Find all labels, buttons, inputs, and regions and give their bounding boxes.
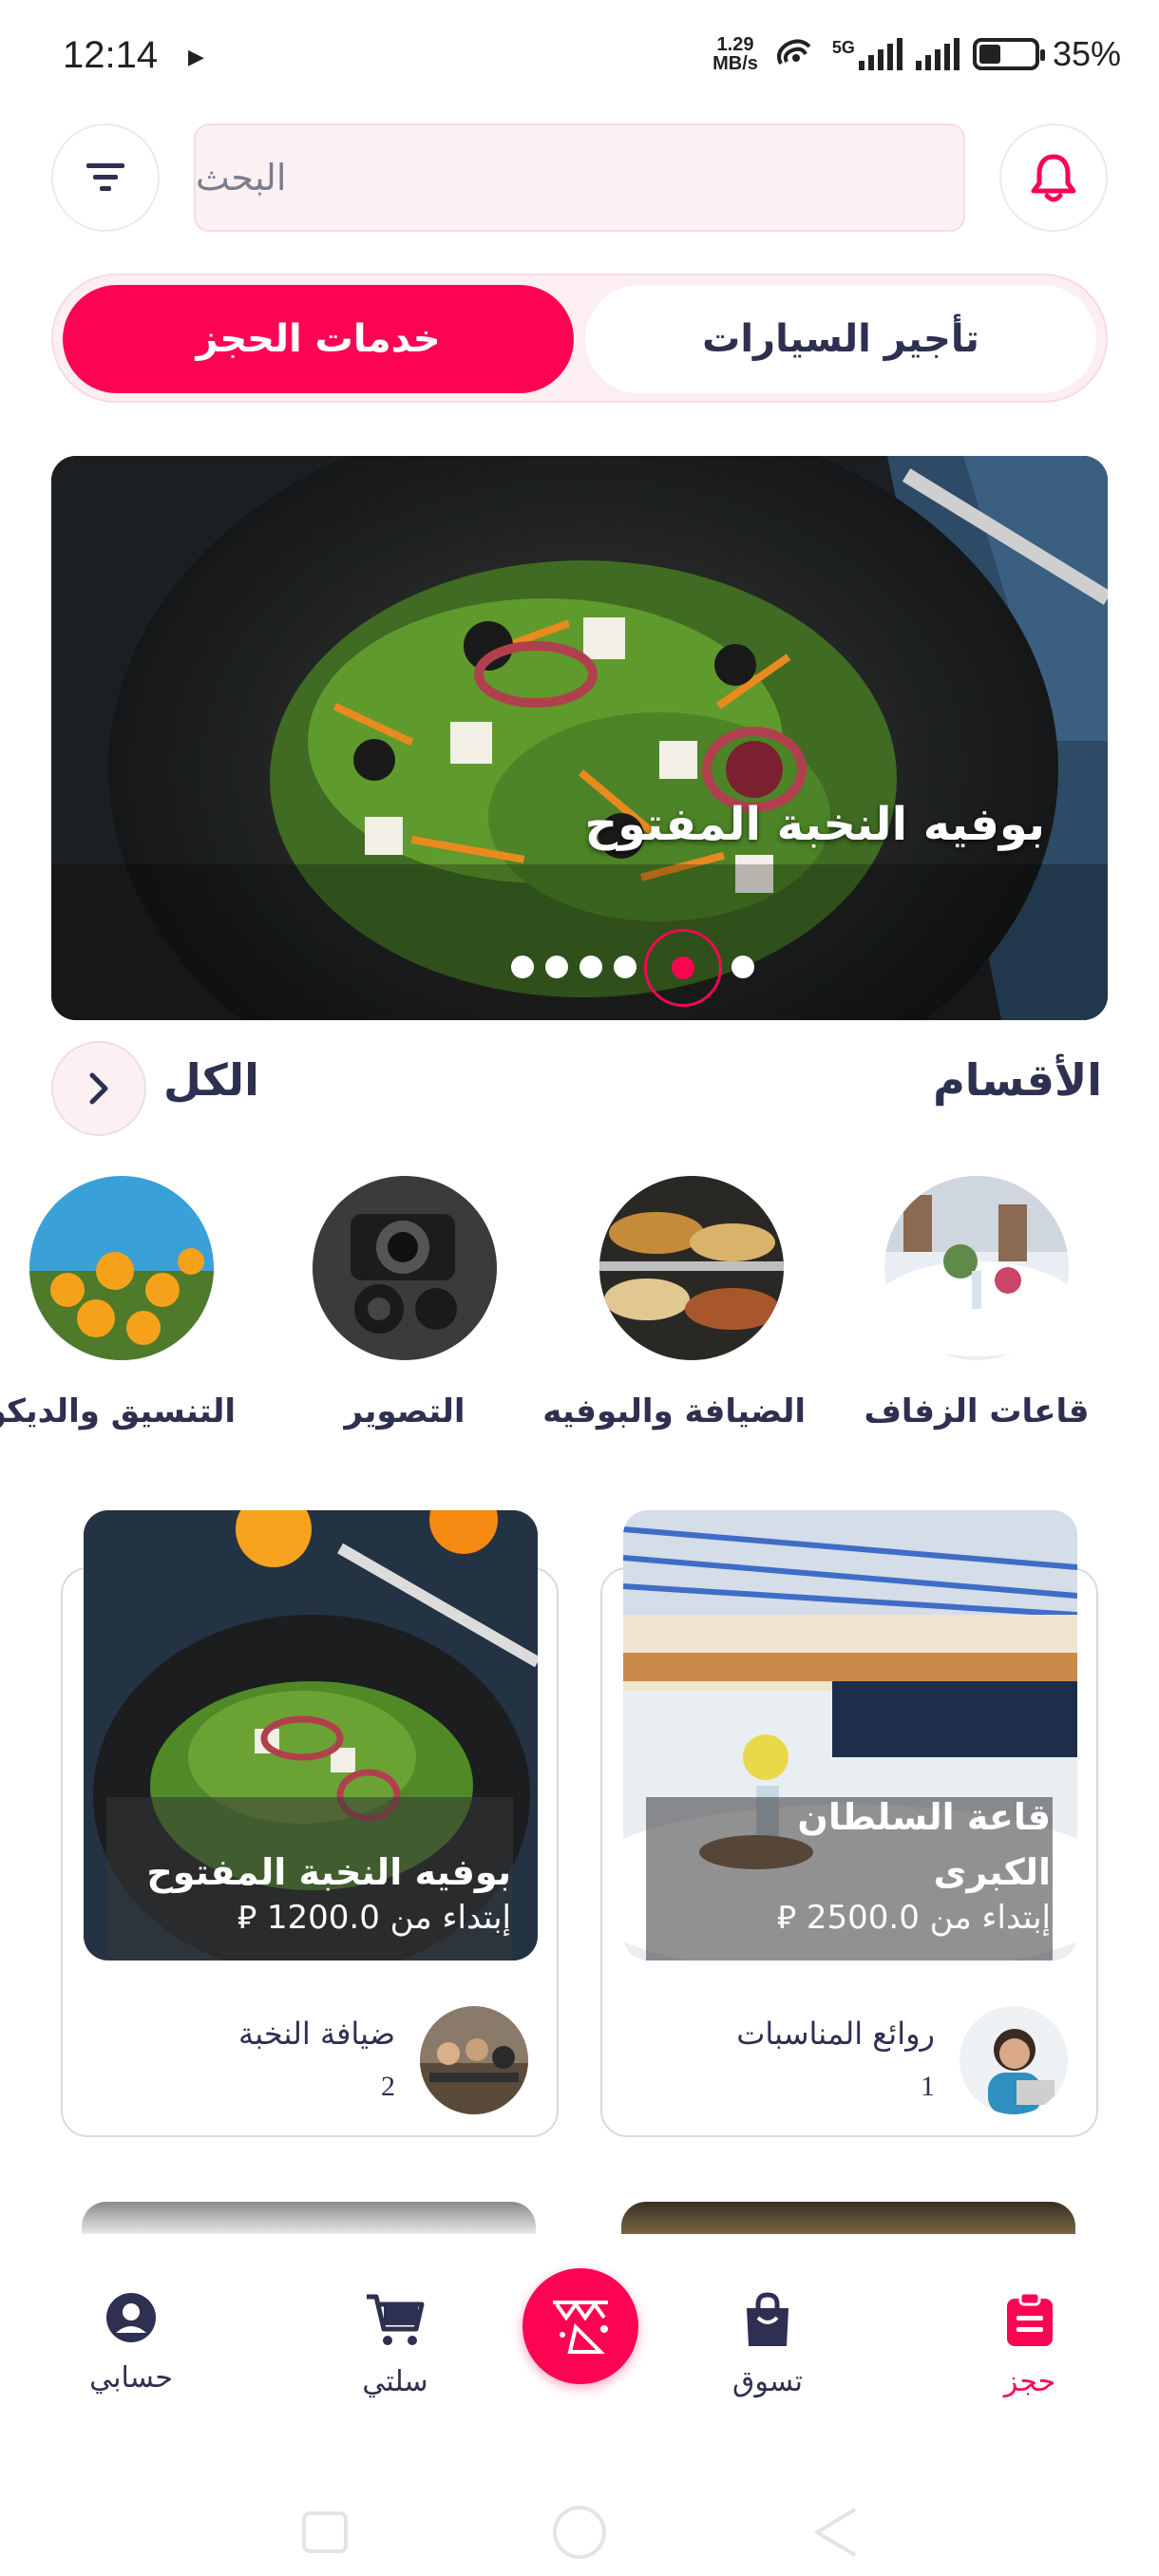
home-button[interactable] (553, 2506, 606, 2559)
listing-card-peek[interactable] (621, 2202, 1075, 2236)
banner-title: بوفيه النخبة المفتوح (584, 798, 1045, 851)
bottom-navigation: حجز تسوق سلتي حسابي (0, 2234, 1159, 2472)
status-time: 12:14 (63, 34, 159, 76)
banner-pagination (456, 929, 754, 1007)
category-label: التنسيق والديكور (0, 1392, 236, 1430)
category-label: قاعات الزفاف (864, 1392, 1090, 1430)
pagination-dot-active[interactable] (644, 929, 722, 1007)
pagination-dot[interactable] (545, 956, 568, 978)
notifications-button[interactable] (999, 123, 1108, 232)
tab-booking-services[interactable]: خدمات الحجز (63, 285, 574, 393)
battery-percent: 35% (1052, 34, 1121, 73)
party-icon (553, 2301, 608, 2354)
pagination-dot[interactable] (580, 956, 602, 978)
hotspot-icon (776, 39, 811, 65)
listing-title-line2: الكبرى (933, 1851, 1051, 1893)
shopping-bag-icon (747, 2292, 788, 2346)
system-navigation (0, 2472, 1159, 2576)
nav-label: حسابي (89, 2361, 173, 2395)
tab-booking-services-label: خدمات الحجز (196, 317, 441, 361)
nav-label: تسوق (732, 2365, 803, 2398)
search-placeholder: البحث (196, 157, 287, 199)
see-all-button[interactable] (51, 1041, 146, 1136)
vendor-name: ضيافة النخبة (238, 2016, 395, 2052)
nav-label: حجز (1003, 2365, 1056, 2398)
back-button[interactable] (813, 2508, 857, 2557)
filter-icon (86, 163, 124, 191)
pagination-dot[interactable] (614, 956, 636, 978)
speed-value: 1.29 (716, 34, 754, 55)
category-label: التصوير (344, 1392, 466, 1430)
recent-apps-button[interactable] (302, 2511, 348, 2553)
vendor-avatar[interactable] (960, 2006, 1068, 2114)
tab-car-rental[interactable]: تأجير السيارات (585, 285, 1096, 393)
camera-icon (313, 1176, 497, 1360)
search-input[interactable]: البحث (194, 123, 965, 232)
listing-title: بوفيه النخبة المفتوح (146, 1851, 511, 1893)
listing-title-line1: قاعة السلطان (797, 1796, 1051, 1838)
listing-card-peek[interactable] (82, 2202, 536, 2236)
listing-count: 1 (921, 2071, 935, 2102)
category-label: الضيافة والبوفيه (542, 1392, 806, 1430)
bell-icon (1031, 154, 1076, 202)
status-bar: 12:14 ▶ 1.29 MB/s 5G 35% (0, 0, 1159, 114)
tab-car-rental-label: تأجير السيارات (702, 317, 979, 361)
nav-cart[interactable]: سلتي (329, 2291, 462, 2398)
network-speed: 1.29 MB/s (712, 35, 758, 73)
nav-label: سلتي (362, 2365, 428, 2398)
category-wedding-halls[interactable]: قاعات الزفاف (863, 1176, 1091, 1430)
speed-unit: MB/s (712, 53, 758, 74)
vendor-avatar[interactable] (420, 2006, 528, 2114)
filter-button[interactable] (51, 123, 160, 232)
media-play-icon: ▶ (188, 46, 204, 69)
category-photography[interactable]: التصوير (291, 1176, 519, 1430)
promo-banner[interactable]: بوفيه النخبة المفتوح (51, 456, 1108, 1020)
listing-card[interactable]: بوفيه النخبة المفتوح إبتداء من 1200.0 ⃁ … (61, 1510, 559, 2137)
pagination-dot[interactable] (732, 956, 754, 978)
party-button[interactable] (522, 2268, 638, 2384)
signal-icon-2 (915, 38, 960, 70)
account-icon (106, 2293, 156, 2342)
cart-icon (367, 2294, 425, 2345)
nav-account[interactable]: حسابي (65, 2291, 198, 2395)
nav-shop[interactable]: تسوق (701, 2291, 834, 2398)
categories-title: الأقسام (933, 1054, 1102, 1106)
battery-icon (972, 38, 1045, 70)
see-all-link[interactable]: الكل (163, 1054, 259, 1106)
category-buffet[interactable]: الضيافة والبوفيه (542, 1176, 806, 1430)
service-tabs: تأجير السيارات خدمات الحجز (51, 274, 1108, 403)
flowers-icon (29, 1176, 214, 1360)
chevron-right-icon (89, 1072, 108, 1105)
listing-card[interactable]: قاعة السلطان الكبرى إبتداء من 2500.0 ⃁ ر… (600, 1510, 1098, 2137)
pagination-dot[interactable] (511, 956, 534, 978)
category-decor[interactable]: التنسيق والديكور (0, 1176, 236, 1430)
wedding-hall-icon (884, 1176, 1069, 1360)
vendor-name: روائع المناسبات (736, 2016, 935, 2052)
network-type: 5G (831, 38, 855, 57)
listing-count: 2 (381, 2071, 395, 2102)
clipboard-icon (1007, 2291, 1053, 2346)
signal-icon (858, 38, 902, 70)
listing-title: قاعة السلطان الكبرى (797, 1790, 1051, 1900)
nav-booking[interactable]: حجز (963, 2291, 1096, 2398)
buffet-icon (599, 1176, 784, 1360)
